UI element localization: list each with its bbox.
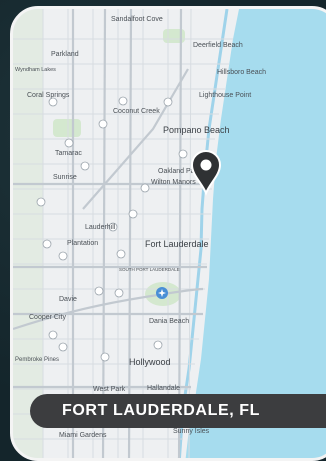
label-cooper-city: Cooper City <box>29 314 66 321</box>
label-pembroke-pines: Pembroke Pines <box>15 357 59 363</box>
label-davie: Davie <box>59 296 77 303</box>
label-sunrise: Sunrise <box>53 174 77 181</box>
label-deerfield-beach: Deerfield Beach <box>193 42 243 49</box>
label-hallandale: Hallandale <box>147 385 180 392</box>
west-area <box>13 9 43 458</box>
label-lighthouse-point: Lighthouse Point <box>199 92 251 99</box>
label-pompano-beach: Pompano Beach <box>163 125 230 135</box>
label-fort-lauderdale: Fort Lauderdale <box>145 239 209 249</box>
label-coral-springs: Coral Springs <box>27 92 70 99</box>
label-plantation: Plantation <box>67 240 98 247</box>
label-lauderhill: Lauderhill <box>85 224 116 231</box>
label-south-port-lauderdale: SOUTH PORT LAUDERDALE <box>119 267 180 272</box>
label-hillsboro-beach: Hillsboro Beach <box>217 69 266 76</box>
label-wyndham-lakes: Wyndham Lakes <box>15 67 56 73</box>
location-caption: FORT LAUDERDALE, FL <box>30 394 326 428</box>
label-dania-beach: Dania Beach <box>149 318 189 325</box>
label-tamarac: Tamarac <box>55 150 82 157</box>
airport-icon <box>156 287 168 299</box>
label-parkland: Parkland <box>51 51 79 58</box>
label-sandalfoot-cove: Sandalfoot Cove <box>111 16 163 23</box>
label-miami-gardens: Miami Gardens <box>59 432 107 439</box>
map-card[interactable]: Sandalfoot Cove Parkland Wyndham Lakes D… <box>10 6 326 461</box>
label-coconut-creek: Coconut Creek <box>113 108 160 115</box>
label-hollywood: Hollywood <box>129 357 171 367</box>
label-wilton-manors: Wilton Manors <box>151 179 196 186</box>
label-west-park: West Park <box>93 386 126 393</box>
label-sunny-isles: Sunny Isles <box>173 428 210 435</box>
park-west <box>53 119 81 137</box>
